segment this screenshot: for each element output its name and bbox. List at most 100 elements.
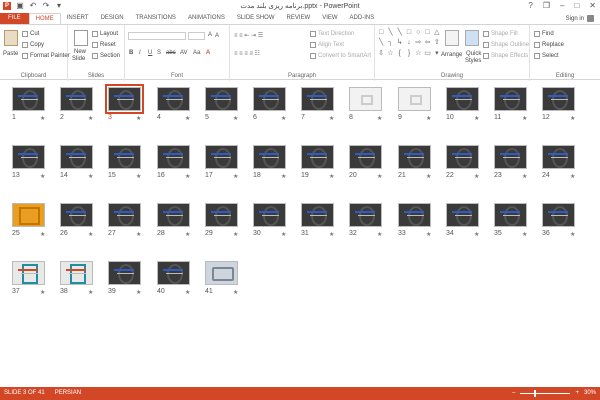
tab-add-ins[interactable]: ADD-INS — [344, 13, 381, 24]
character-spacing-button[interactable]: AV — [180, 50, 188, 56]
slide-thumbnail[interactable] — [105, 84, 144, 114]
slide-thumbnail[interactable] — [446, 145, 479, 169]
shape-icon[interactable]: ╲ — [386, 28, 394, 37]
slide-thumbnail[interactable] — [253, 145, 286, 169]
slide-thumbnail[interactable] — [108, 145, 141, 169]
slide-thumbnail[interactable] — [349, 87, 382, 111]
slide-thumbnail[interactable] — [446, 87, 479, 111]
shape-icon[interactable]: □ — [405, 28, 413, 37]
quick-styles-button-line2[interactable]: Styles — [465, 58, 481, 64]
transition-star-icon[interactable]: ★ — [233, 173, 238, 180]
italic-button[interactable]: I — [139, 50, 141, 56]
transition-star-icon[interactable]: ★ — [426, 115, 431, 122]
shape-icon[interactable]: ↳ — [396, 38, 404, 47]
transition-star-icon[interactable]: ★ — [377, 115, 382, 122]
tab-view[interactable]: VIEW — [316, 13, 343, 24]
slide-thumbnail[interactable] — [494, 145, 527, 169]
shadow-button[interactable]: S — [157, 50, 161, 56]
slide-thumbnail[interactable] — [205, 261, 238, 285]
transition-star-icon[interactable]: ★ — [474, 115, 479, 122]
slide-thumbnail[interactable] — [494, 203, 527, 227]
shape-outline-button[interactable]: Shape Outline — [483, 42, 529, 48]
transition-star-icon[interactable]: ★ — [522, 115, 527, 122]
text-direction-button[interactable]: Text Direction — [310, 31, 354, 37]
transition-star-icon[interactable]: ★ — [136, 115, 141, 122]
shape-icon[interactable]: ○ — [414, 28, 422, 37]
zoom-slider[interactable] — [520, 389, 571, 397]
transition-star-icon[interactable]: ★ — [185, 289, 190, 296]
slide-thumbnail[interactable] — [349, 145, 382, 169]
find-button[interactable]: Find — [534, 31, 554, 37]
transition-star-icon[interactable]: ★ — [570, 115, 575, 122]
strikethrough-button[interactable]: abc — [166, 50, 176, 56]
minimize-button[interactable]: – — [560, 1, 564, 10]
slide-thumbnail[interactable] — [301, 145, 334, 169]
cut-button[interactable]: Cut — [22, 31, 39, 37]
tab-animations[interactable]: ANIMATIONS — [182, 13, 231, 24]
shape-icon[interactable]: ↓ — [405, 38, 413, 47]
shape-icon[interactable]: ┐ — [386, 38, 394, 47]
avatar[interactable] — [587, 15, 594, 22]
transition-star-icon[interactable]: ★ — [474, 231, 479, 238]
shape-effects-button[interactable]: Shape Effects — [483, 53, 528, 59]
transition-star-icon[interactable]: ★ — [40, 231, 45, 238]
slide-thumbnail[interactable] — [205, 87, 238, 111]
bullets-numbering-buttons[interactable]: ≡ ≡ ⇤ ⇥ ☰ — [234, 32, 263, 39]
shape-icon[interactable]: □ — [423, 28, 431, 37]
shape-icon[interactable]: { — [396, 49, 404, 58]
transition-star-icon[interactable]: ★ — [88, 115, 93, 122]
transition-star-icon[interactable]: ★ — [233, 115, 238, 122]
grow-font-button[interactable]: A — [208, 32, 212, 38]
close-button[interactable]: ✕ — [589, 1, 596, 10]
shape-icon[interactable]: ▭ — [423, 49, 431, 58]
zoom-level[interactable]: 30% — [584, 390, 596, 396]
shape-icon[interactable]: ⇩ — [377, 49, 385, 58]
alignment-buttons[interactable]: ≡ ≡ ≡ ≡ ☷ — [234, 50, 260, 57]
tab-design[interactable]: DESIGN — [95, 13, 130, 24]
shape-fill-button[interactable]: Shape Fill — [483, 31, 518, 37]
transition-star-icon[interactable]: ★ — [185, 173, 190, 180]
slide-thumbnail[interactable] — [108, 261, 141, 285]
slide-thumbnail[interactable] — [12, 145, 45, 169]
tab-file[interactable]: FILE — [0, 13, 29, 24]
transition-star-icon[interactable]: ★ — [40, 289, 45, 296]
transition-star-icon[interactable]: ★ — [281, 173, 286, 180]
slide-thumbnail[interactable] — [494, 87, 527, 111]
transition-star-icon[interactable]: ★ — [281, 231, 286, 238]
shape-icon[interactable]: ⇨ — [414, 38, 422, 47]
shape-icon[interactable]: ☆ — [414, 49, 422, 58]
layout-button[interactable]: Layout — [92, 31, 118, 37]
slide-thumbnail[interactable] — [542, 203, 575, 227]
slide-thumbnail[interactable] — [253, 203, 286, 227]
shape-icon[interactable]: ⇧ — [433, 38, 441, 47]
transition-star-icon[interactable]: ★ — [40, 173, 45, 180]
quick-styles-button[interactable]: Quick — [466, 51, 481, 57]
transition-star-icon[interactable]: ★ — [522, 173, 527, 180]
paste-button[interactable]: Paste — [3, 51, 18, 57]
font-color-button[interactable]: A — [206, 50, 210, 56]
transition-star-icon[interactable]: ★ — [329, 231, 334, 238]
font-name-dropdown[interactable] — [128, 32, 186, 40]
slide-thumbnail[interactable] — [446, 203, 479, 227]
replace-button[interactable]: Replace — [534, 42, 564, 48]
bold-button[interactable]: B — [129, 50, 133, 56]
tab-slide-show[interactable]: SLIDE SHOW — [231, 13, 281, 24]
convert-smartart-button[interactable]: Convert to SmartArt — [310, 53, 371, 59]
shape-icon[interactable]: ╲ — [396, 28, 404, 37]
transition-star-icon[interactable]: ★ — [570, 173, 575, 180]
transition-star-icon[interactable]: ★ — [40, 115, 45, 122]
slide-thumbnail[interactable] — [12, 261, 45, 285]
slide-thumbnail[interactable] — [157, 261, 190, 285]
reset-button[interactable]: Reset — [92, 42, 116, 48]
select-button[interactable]: Select — [534, 53, 559, 59]
transition-star-icon[interactable]: ★ — [233, 289, 238, 296]
shape-icon[interactable]: □ — [377, 28, 385, 37]
transition-star-icon[interactable]: ★ — [426, 173, 431, 180]
slide-thumbnail[interactable] — [301, 203, 334, 227]
zoom-slider-thumb[interactable] — [534, 389, 537, 397]
slide-thumbnail[interactable] — [12, 203, 45, 227]
transition-star-icon[interactable]: ★ — [88, 173, 93, 180]
transition-star-icon[interactable]: ★ — [281, 115, 286, 122]
transition-star-icon[interactable]: ★ — [377, 231, 382, 238]
slide-thumbnail[interactable] — [60, 87, 93, 111]
